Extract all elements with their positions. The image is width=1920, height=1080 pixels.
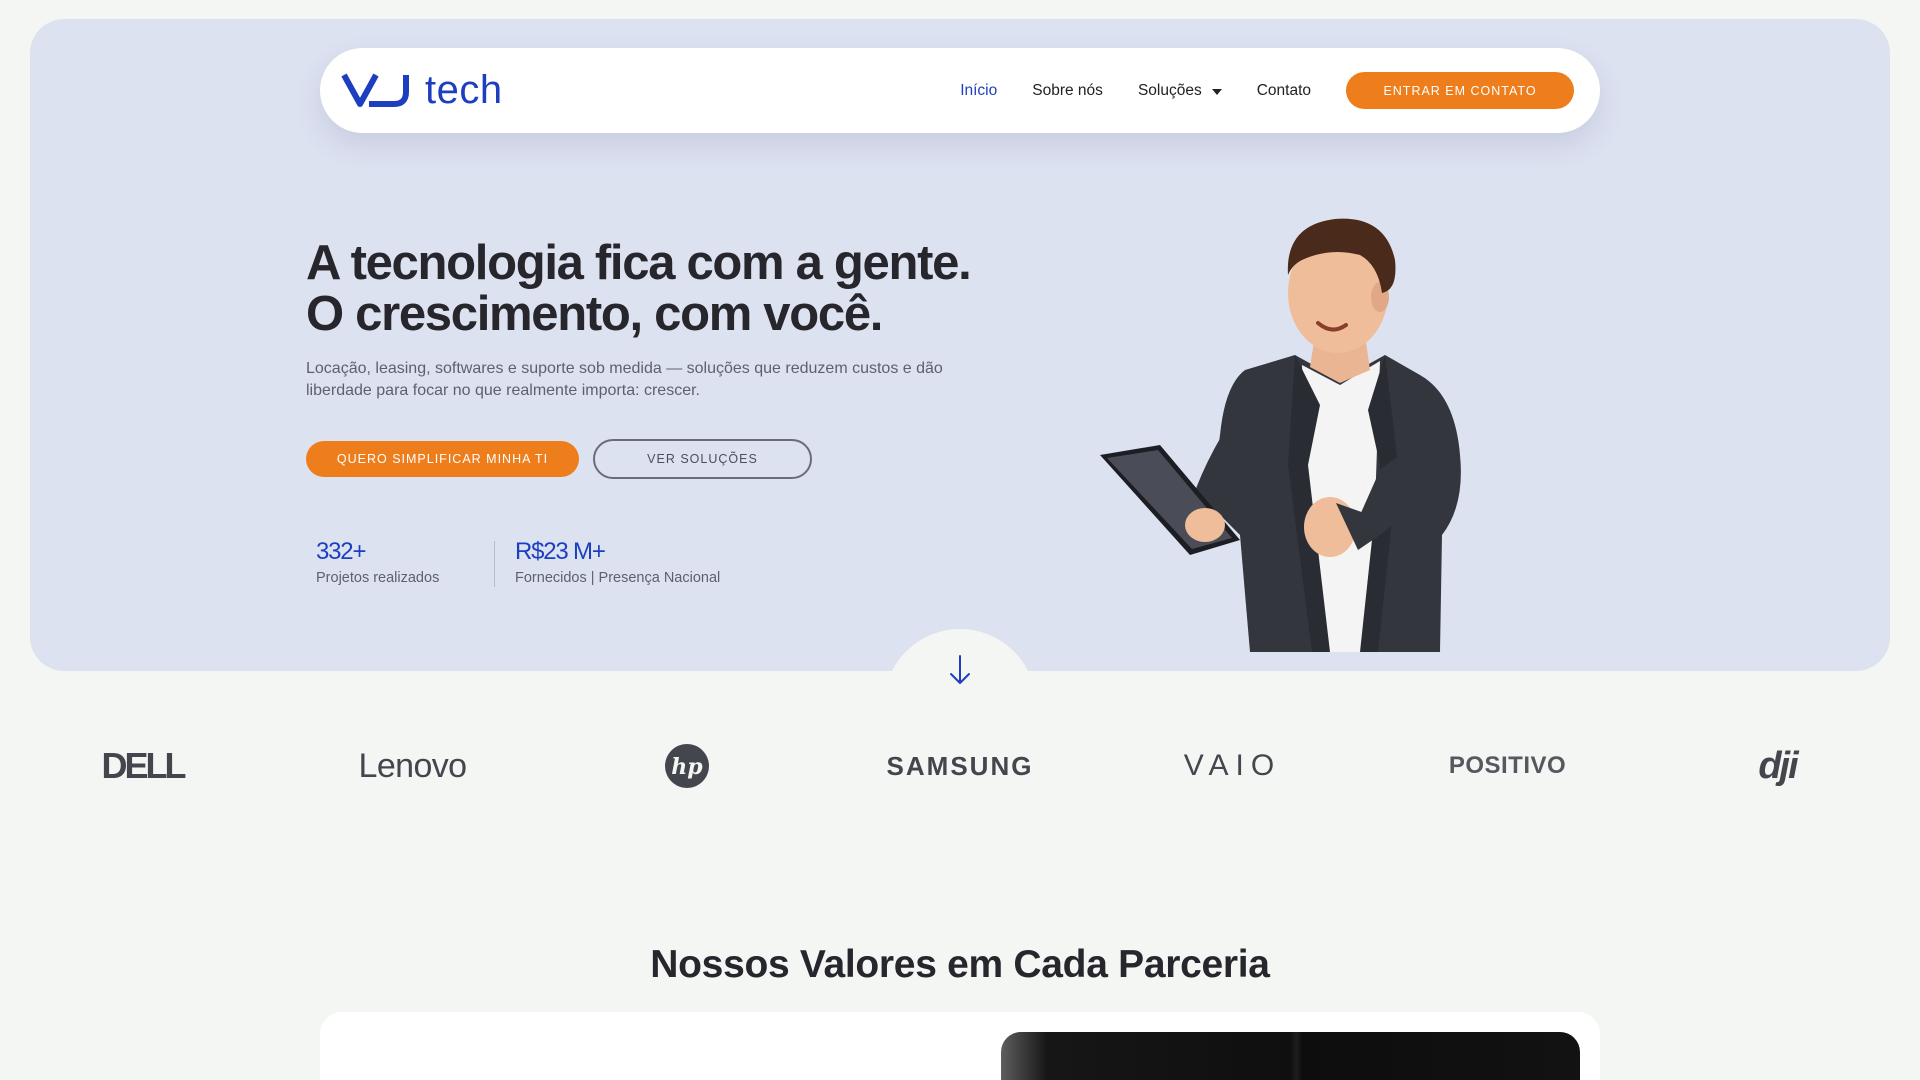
headline-line-1: A tecnologia fica com a gente. — [306, 236, 972, 290]
nav-contato[interactable]: Contato — [1257, 82, 1311, 100]
stat-projects-value: 332+ — [316, 538, 366, 565]
logo-text: tech — [425, 68, 503, 112]
svg-text:hp: hp — [671, 754, 703, 780]
simplify-it-button[interactable]: QUERO SIMPLIFICAR MINHA TI — [306, 441, 579, 477]
values-section-title: Nossos Valores em Cada Parceria — [650, 943, 1270, 986]
nav-solucoes[interactable]: Soluções — [1138, 82, 1222, 100]
hero-person-image — [1100, 218, 1461, 652]
hero-headline: A tecnologia fica com a gente. O crescim… — [306, 238, 1006, 340]
stat-supplied-label: Fornecidos | Presença Nacional — [515, 570, 721, 586]
hero-subtext: Locação, leasing, softwares e suporte so… — [306, 360, 943, 399]
brand-logo-dell: DELL — [101, 745, 187, 786]
nav-inicio[interactable]: Início — [960, 82, 997, 100]
hp-logo-icon: hp — [665, 744, 709, 788]
brand-logo-dji: dji — [1758, 744, 1798, 787]
vj-logo-icon — [341, 73, 409, 107]
navbar: tech Início Sobre nós Soluções Contato E… — [320, 48, 1600, 133]
brand-logo-hp: hp — [660, 735, 714, 797]
stat-supplied: R$23 M+ Fornecidos | Presença Nacional — [515, 538, 720, 586]
chevron-down-icon — [1211, 88, 1222, 95]
brand-logo-samsung: SAMSUNG — [886, 750, 1034, 781]
logo[interactable]: tech — [340, 68, 503, 113]
headline-line-2: O crescimento, com você. — [306, 287, 883, 341]
partner-logos: DELL Lenovo hp SAMSUNG VAIO POSITIVO dji — [0, 735, 1920, 797]
arrow-down-icon — [950, 655, 970, 684]
stat-divider — [494, 541, 495, 587]
values-image — [1001, 1032, 1580, 1080]
brand-logo-lenovo: Lenovo — [358, 746, 468, 785]
nav-solucoes-label: Soluções — [1137, 81, 1202, 99]
nav-sobre-nos[interactable]: Sobre nós — [1032, 82, 1103, 100]
brand-logo-vaio: VAIO — [1183, 749, 1282, 782]
stat-projects-label: Projetos realizados — [316, 570, 440, 586]
nav-links: Início Sobre nós Soluções Contato ENTRAR… — [960, 72, 1574, 109]
contact-button[interactable]: ENTRAR EM CONTATO — [1346, 72, 1574, 109]
stat-projects: 332+ Projetos realizados — [316, 538, 439, 586]
stat-supplied-value: R$23 M+ — [515, 538, 606, 565]
view-solutions-button[interactable]: VER SOLUÇÕES — [593, 439, 812, 479]
brand-logo-positivo: POSITIVO — [1448, 752, 1567, 779]
